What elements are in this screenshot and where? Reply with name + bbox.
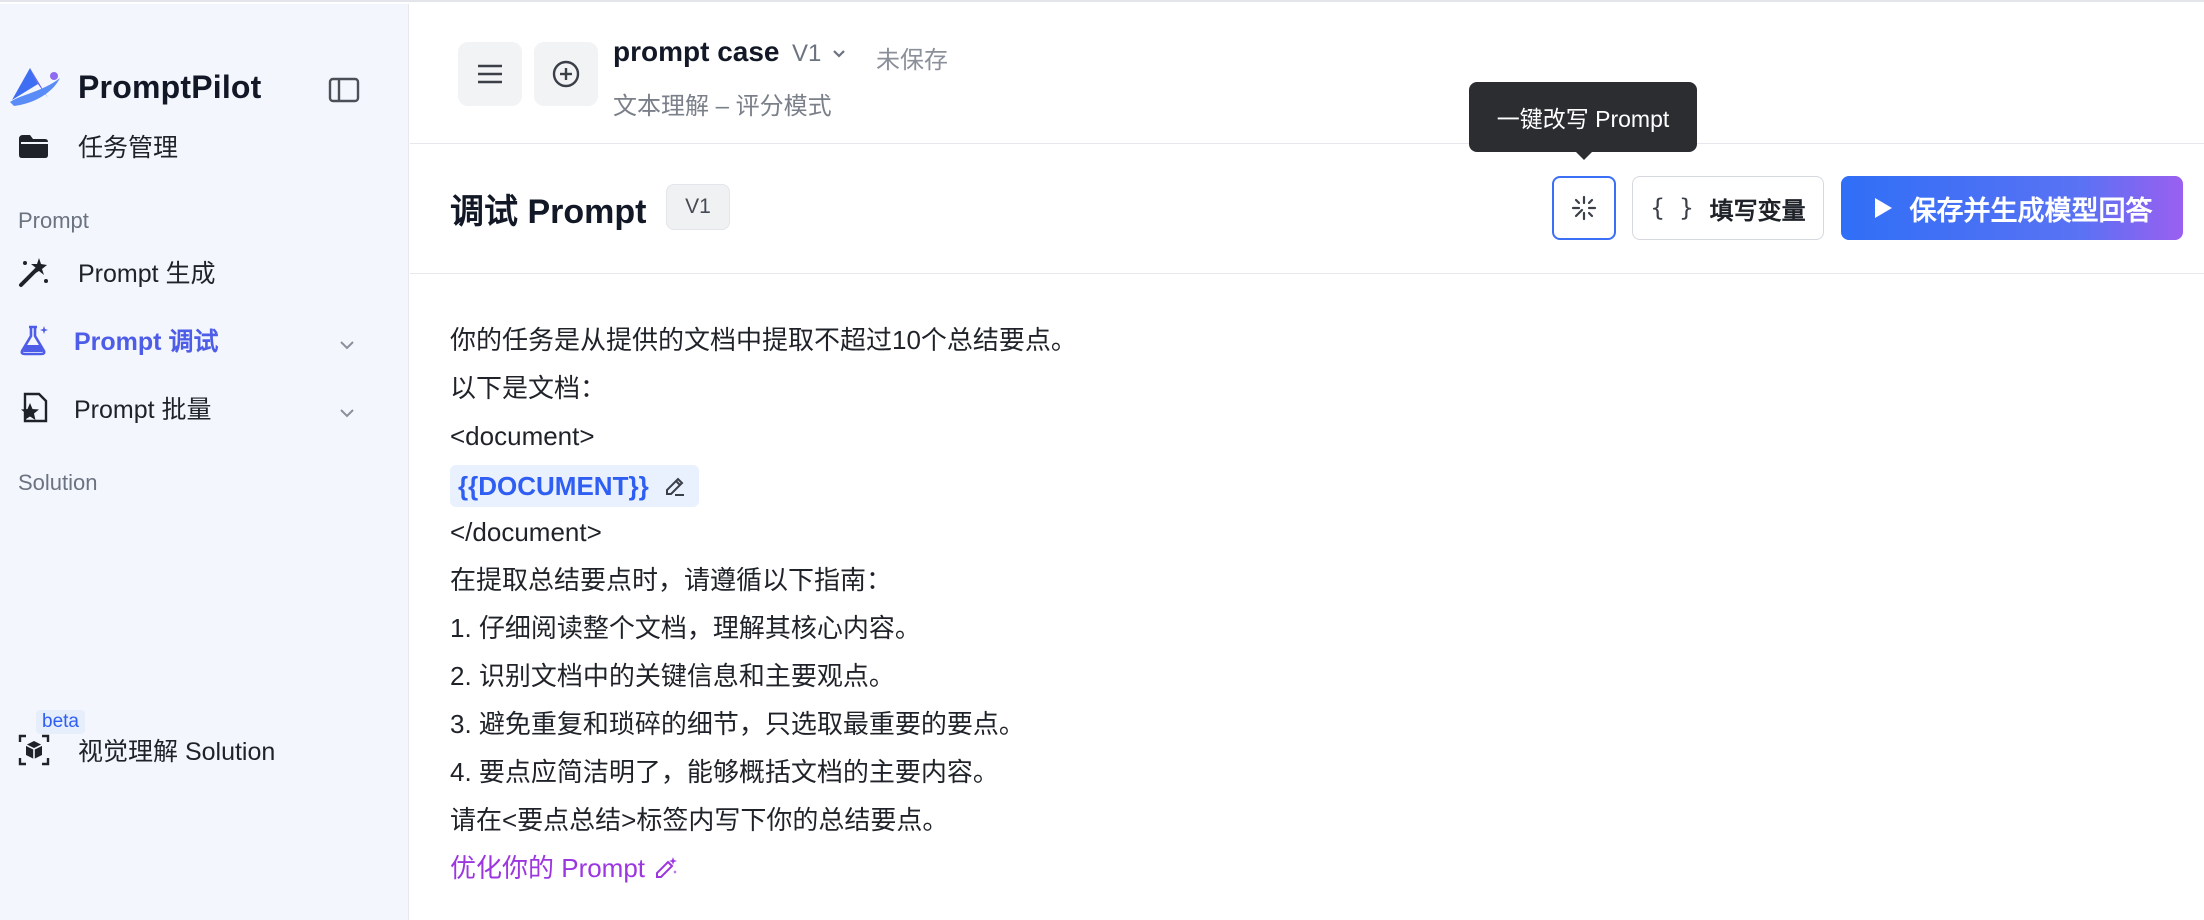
optimize-prompt-label: 优化你的 Prompt [450, 853, 646, 883]
promptpilot-logo-icon [10, 68, 60, 106]
save-and-generate-button[interactable]: 保存并生成模型回答 [1841, 176, 2183, 240]
rewrite-prompt-button[interactable] [1552, 176, 1616, 240]
sidebar: PromptPilot 任务管理 Prompt Prompt 生成 Prompt… [0, 4, 409, 920]
sidebar-toggle-icon[interactable] [326, 72, 362, 108]
fill-variables-label: 填写变量 [1709, 197, 1806, 225]
play-icon [1874, 198, 1892, 218]
version-badge: V1 [666, 184, 730, 230]
sidebar-item-label: Prompt 批量 [74, 396, 212, 424]
case-name[interactable]: prompt case [613, 36, 780, 68]
prompt-line: <document> [450, 421, 595, 451]
optimize-line: 优化你的 Prompt [450, 844, 2150, 892]
brand-name: PromptPilot [78, 68, 262, 105]
sidebar-item-task-management[interactable]: 任务管理 [16, 128, 178, 164]
sidebar-item-visual-solution[interactable]: 视觉理解 Solution [16, 732, 275, 768]
flask-icon [16, 322, 52, 358]
fill-variables-button[interactable]: { } 填写变量 [1632, 176, 1824, 240]
prompt-line: </document> [450, 517, 602, 547]
sidebar-item-prompt-batch[interactable]: Prompt 批量 [16, 390, 212, 426]
sidebar-item-label: 任务管理 [78, 134, 179, 162]
chevron-down-icon[interactable] [336, 334, 358, 356]
sidebar-item-prompt-debug[interactable]: Prompt 调试 [16, 322, 218, 358]
save-and-generate-label: 保存并生成模型回答 [1909, 195, 2153, 226]
sidebar-item-label: Prompt 生成 [78, 260, 216, 288]
chevron-down-icon [833, 50, 846, 58]
magic-wand-icon [16, 254, 52, 290]
sidebar-item-label: Prompt 调试 [74, 328, 219, 356]
folder-icon [16, 128, 52, 164]
optimize-prompt-link[interactable]: 优化你的 Prompt [450, 844, 679, 892]
brand[interactable]: PromptPilot [8, 64, 262, 110]
prompt-line: 2. 识别文档中的关键信息和主要观点。 [450, 661, 895, 691]
prompt-line: 请在<要点总结>标签内写下你的总结要点。 [450, 805, 949, 835]
chevron-down-icon[interactable] [336, 402, 358, 424]
section-title-solution: Solution [18, 470, 98, 495]
prompt-line-variable: {{DOCUMENT}} [450, 460, 2150, 508]
save-status: 未保存 [876, 47, 948, 74]
hamburger-icon [478, 64, 502, 84]
prompt-editor[interactable]: 你的任务是从提供的文档中提取不超过10个总结要点。 以下是文档： <docume… [450, 316, 2150, 892]
prompt-line: 在提取总结要点时，请遵循以下指南： [450, 565, 893, 595]
case-subtitle: 文本理解 – 评分模式 [613, 93, 832, 120]
document-star-icon [16, 390, 52, 426]
add-case-button[interactable] [534, 42, 598, 106]
editor-toolbar: 调试 Prompt V1 { } 填写变量 保存并生成模型回答 [410, 144, 2204, 274]
sparkle-icon [1571, 195, 1597, 221]
braces-icon: { } [1650, 194, 1694, 222]
prompt-line: 4. 要点应简洁明了，能够概括文档的主要内容。 [450, 757, 999, 787]
prompt-line: 3. 避免重复和琐碎的细节，只选取最重要的要点。 [450, 709, 1025, 739]
version-select[interactable]: V1 [792, 40, 849, 68]
variable-name: {{DOCUMENT}} [458, 471, 649, 502]
section-title-prompt: Prompt [18, 208, 89, 233]
sidebar-item-label: 视觉理解 Solution [78, 738, 276, 766]
cube-scan-icon [16, 732, 52, 768]
menu-button[interactable] [458, 42, 522, 106]
prompt-line: 以下是文档： [450, 373, 607, 403]
variable-chip[interactable]: {{DOCUMENT}} [450, 465, 699, 508]
version-select-value: V1 [792, 40, 822, 67]
sidebar-item-prompt-generate[interactable]: Prompt 生成 [16, 254, 216, 290]
case-header: prompt case V1 未保存 文本理解 – 评分模式 [410, 4, 2204, 144]
beta-badge: beta [36, 710, 85, 734]
prompt-line: 1. 仔细阅读整个文档，理解其核心内容。 [450, 613, 921, 643]
edit-pencil-icon[interactable] [663, 474, 687, 498]
prompt-line: 你的任务是从提供的文档中提取不超过10个总结要点。 [450, 325, 1077, 355]
rewrite-tooltip: 一键改写 Prompt [1469, 82, 1697, 152]
plus-circle-icon [552, 60, 580, 88]
page-title: 调试 Prompt [450, 193, 647, 231]
magic-pen-icon [656, 857, 678, 878]
